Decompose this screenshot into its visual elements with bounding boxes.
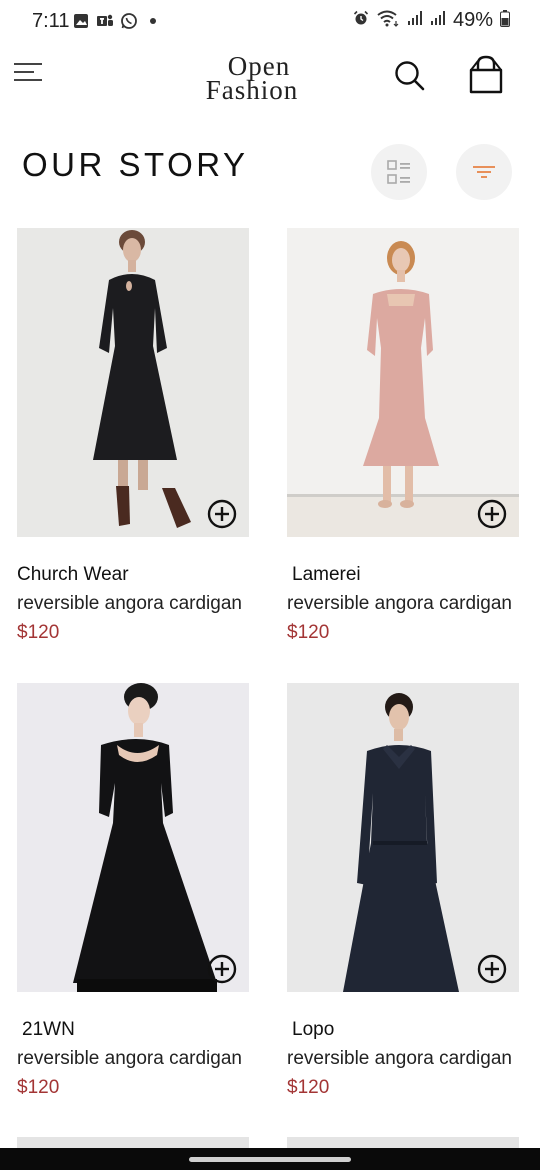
- product-image-peek[interactable]: [287, 1137, 519, 1148]
- product-price: $120: [17, 622, 60, 643]
- add-to-cart-button[interactable]: [477, 499, 507, 529]
- signal-icon-2: [430, 10, 446, 31]
- status-time: 7:11: [32, 10, 70, 32]
- product-image[interactable]: [287, 683, 519, 992]
- search-icon: [395, 61, 425, 91]
- product-card[interactable]: 21WN reversible angora cardigan $120: [17, 683, 257, 1099]
- shopping-bag-icon: [469, 55, 503, 94]
- product-card[interactable]: Church Wear reversible angora cardigan $…: [17, 228, 257, 644]
- alarm-icon: [353, 10, 369, 31]
- filter-icon: [473, 166, 495, 178]
- product-name: Church Wear: [17, 564, 129, 585]
- status-right: 49%: [353, 9, 510, 32]
- whatsapp-icon: [120, 12, 138, 30]
- home-indicator[interactable]: [189, 1157, 351, 1162]
- add-circle-icon: [207, 954, 237, 984]
- product-description: reversible angora cardigan: [287, 1048, 512, 1069]
- wifi-icon: [376, 9, 400, 32]
- search-button[interactable]: [392, 58, 426, 92]
- product-card[interactable]: Lamerei reversible angora cardigan $120: [287, 228, 527, 644]
- menu-button[interactable]: [14, 58, 44, 86]
- more-notifications-dot-icon: [144, 12, 162, 30]
- product-price: $120: [287, 622, 330, 643]
- add-to-cart-button[interactable]: [477, 954, 507, 984]
- product-card[interactable]: Lopo reversible angora cardigan $120: [287, 683, 527, 1099]
- section-title: OUR STORY: [22, 146, 249, 183]
- product-name: 21WN: [22, 1019, 75, 1040]
- shopping-bag-button[interactable]: [466, 54, 506, 94]
- product-price: $120: [17, 1077, 60, 1098]
- add-to-cart-button[interactable]: [207, 954, 237, 984]
- teams-icon: [96, 12, 114, 30]
- product-description: reversible angora cardigan: [287, 593, 512, 614]
- list-view-icon: [387, 160, 410, 184]
- product-name: Lopo: [292, 1019, 335, 1040]
- filter-button[interactable]: [456, 144, 512, 200]
- add-to-cart-button[interactable]: [207, 499, 237, 529]
- status-bar: 7:11 49%: [0, 0, 540, 44]
- add-circle-icon: [207, 499, 237, 529]
- product-image-peek[interactable]: [17, 1137, 249, 1148]
- product-name: Lamerei: [292, 564, 361, 585]
- add-circle-icon: [477, 499, 507, 529]
- product-image[interactable]: [17, 683, 249, 992]
- product-image[interactable]: [17, 228, 249, 537]
- logo-line-2: Fashion: [205, 75, 299, 105]
- product-price: $120: [287, 1077, 330, 1098]
- system-navigation-bar: [0, 1148, 540, 1170]
- menu-icon: [14, 63, 42, 81]
- add-circle-icon: [477, 954, 507, 984]
- signal-icon-1: [407, 10, 423, 31]
- product-description: reversible angora cardigan: [17, 1048, 242, 1069]
- battery-icon: [500, 9, 510, 32]
- battery-percent: 49%: [452, 9, 493, 31]
- product-description: reversible angora cardigan: [17, 593, 242, 614]
- product-image[interactable]: [287, 228, 519, 537]
- gallery-icon: [72, 12, 90, 30]
- notification-icons: [72, 12, 162, 30]
- brand-logo[interactable]: Open Fashion: [196, 53, 308, 106]
- view-toggle-button[interactable]: [371, 144, 427, 200]
- app-header: Open Fashion: [0, 50, 540, 110]
